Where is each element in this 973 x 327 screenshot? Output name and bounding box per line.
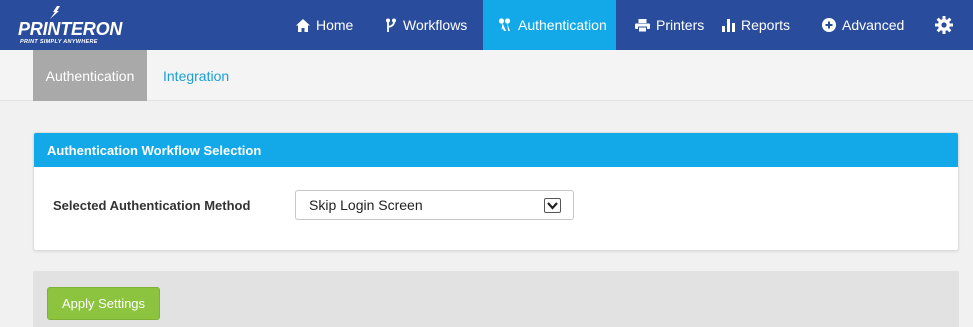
nav-authentication[interactable]: Authentication [483, 0, 616, 50]
logo-arrow-icon [50, 6, 60, 19]
nav-printers-label: Printers [656, 17, 705, 33]
selected-value: Skip Login Screen [309, 197, 423, 213]
printeron-logo[interactable]: PRINTERON PRINT SIMPLY ANYWHERE [18, 6, 148, 46]
home-icon [296, 18, 310, 32]
sub-navigation: Authentication Integration [0, 50, 973, 101]
nav-reports[interactable]: Reports [722, 0, 790, 50]
panel-title: Authentication Workflow Selection [34, 133, 958, 167]
authentication-workflow-panel: Authentication Workflow Selection Select… [33, 132, 959, 251]
nav-reports-label: Reports [741, 17, 791, 33]
nav-home-label: Home [316, 17, 354, 33]
settings-footer: Apply Settings [33, 271, 959, 327]
authentication-icon [498, 18, 511, 31]
printer-icon [635, 18, 650, 32]
tab-authentication[interactable]: Authentication [33, 50, 147, 101]
gear-icon [935, 16, 953, 34]
plus-circle-icon [822, 18, 836, 32]
authentication-method-select[interactable]: Skip Login Screen [295, 190, 574, 220]
nav-printers[interactable]: Printers [635, 0, 704, 50]
nav-workflows-label: Workflows [403, 17, 468, 33]
authentication-method-label: Selected Authentication Method [53, 198, 251, 213]
logo-text: PRINTERON [18, 19, 123, 39]
top-navigation-bar: PRINTERON PRINT SIMPLY ANYWHERE Home Wor… [0, 0, 973, 50]
workflow-icon [386, 18, 396, 32]
bar-chart-icon [722, 18, 735, 32]
logo-tagline: PRINT SIMPLY ANYWHERE [20, 39, 98, 45]
chevron-down-icon[interactable] [544, 198, 561, 213]
apply-settings-button[interactable]: Apply Settings [47, 287, 160, 320]
nav-authentication-label: Authentication [518, 17, 607, 33]
tab-integration[interactable]: Integration [163, 50, 229, 101]
nav-home[interactable]: Home [296, 0, 353, 50]
nav-advanced-label: Advanced [842, 17, 905, 33]
nav-advanced[interactable]: Advanced [822, 0, 904, 50]
nav-workflows[interactable]: Workflows [385, 0, 467, 50]
settings-button[interactable] [935, 0, 959, 50]
